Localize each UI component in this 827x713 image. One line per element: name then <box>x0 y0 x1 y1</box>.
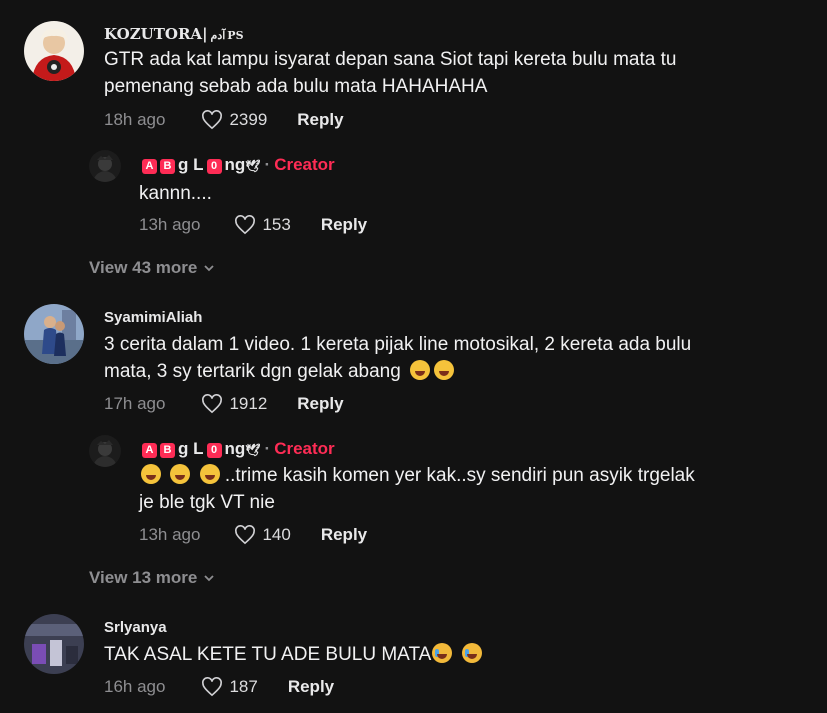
reply-text: kannn.... <box>139 183 212 204</box>
reply-time: 13h ago <box>139 525 201 544</box>
separator: · <box>264 155 271 174</box>
reply-button[interactable]: Reply <box>297 110 343 130</box>
username-text: ng <box>224 439 246 458</box>
reply-text: ..trime kasih komen yer kak..sy sendiri … <box>139 462 695 516</box>
letter-badge: B <box>160 159 175 174</box>
avatar[interactable] <box>24 304 84 364</box>
username-text: g L <box>178 439 204 458</box>
comment-username[interactable]: KOZUTORA| آدم PS <box>104 25 244 43</box>
comment-text-line: mata, 3 sy tertarik dgn gelak abang <box>104 361 401 382</box>
heart-outline-icon <box>202 110 223 130</box>
reply-meta: 13h ago 153 Reply <box>139 215 367 235</box>
like-count: 153 <box>262 215 291 234</box>
comment-username[interactable]: Srlyanya <box>104 619 167 636</box>
username-text: KOZUTORA| <box>104 25 208 43</box>
creator-label: Creator <box>274 439 335 458</box>
chevron-down-icon <box>204 575 214 582</box>
view-more-label: View 13 more <box>89 568 198 587</box>
avatar[interactable] <box>89 435 121 467</box>
comment-text-line: pemenang sebab ada bulu mata HAHAHAHA <box>104 76 488 97</box>
reply-text-line-with-emoji: ..trime kasih komen yer kak..sy sendiri … <box>139 462 695 489</box>
comment-text-line-with-emoji: TAK ASAL KETE TU ADE BULU MATA <box>104 641 482 668</box>
like-button[interactable]: 140 <box>234 525 291 545</box>
like-count: 187 <box>229 677 258 696</box>
comment-text-line: GTR ada kat lampu isyarat depan sana Sio… <box>104 49 677 70</box>
avatar[interactable] <box>24 21 84 81</box>
comment-text-line: TAK ASAL KETE TU ADE BULU MATA <box>104 644 432 665</box>
comment-time: 16h ago <box>104 677 166 696</box>
comment-username[interactable]: SyamimiAliah <box>104 309 202 326</box>
reply-button[interactable]: Reply <box>321 525 367 545</box>
like-button[interactable]: 1912 <box>201 394 267 414</box>
comment-meta: 18h ago 2399 Reply <box>104 110 344 130</box>
reply-text-line: ..trime kasih komen yer kak..sy sendiri … <box>224 465 695 486</box>
username-arabic: آدم <box>210 29 226 42</box>
heart-outline-icon <box>202 677 223 697</box>
comment-time: 18h ago <box>104 110 166 129</box>
reply-button[interactable]: Reply <box>297 394 343 414</box>
username-text: g L <box>178 155 204 174</box>
like-count: 1912 <box>229 394 268 413</box>
like-button[interactable]: 2399 <box>201 110 267 130</box>
reply-username[interactable]: ABg L 0 ng🕊 · Creator <box>142 155 335 175</box>
avatar[interactable] <box>24 614 84 674</box>
comment-text: 3 cerita dalam 1 video. 1 kereta pijak l… <box>104 331 691 385</box>
username-suffix: PS <box>227 29 244 42</box>
rofl-emoji <box>434 360 455 380</box>
comment-text: GTR ada kat lampu isyarat depan sana Sio… <box>104 46 676 100</box>
like-count: 140 <box>262 525 291 544</box>
comment-meta: 17h ago 1912 Reply <box>104 394 344 414</box>
reply-time: 13h ago <box>139 215 201 234</box>
grinning-sweat-emoji <box>170 464 191 484</box>
crying-emoji <box>461 643 482 663</box>
separator: · <box>264 439 271 458</box>
grinning-sweat-emoji <box>141 464 161 484</box>
grinning-sweat-emoji <box>199 464 220 484</box>
comment-text-line: 3 cerita dalam 1 video. 1 kereta pijak l… <box>104 334 692 355</box>
heart-outline-icon <box>202 394 223 414</box>
heart-outline-icon <box>235 215 256 235</box>
letter-badge: B <box>160 443 175 458</box>
like-button[interactable]: 153 <box>234 215 291 235</box>
bird-icon: 🕊 <box>245 443 261 457</box>
comment-text-line-with-emoji: mata, 3 sy tertarik dgn gelak abang <box>104 358 691 385</box>
heart-outline-icon <box>235 525 256 545</box>
like-count: 2399 <box>229 110 268 129</box>
reply-meta: 13h ago 140 Reply <box>139 525 367 545</box>
letter-badge: A <box>142 159 157 174</box>
grinning-sweat-emoji <box>410 360 431 380</box>
letter-badge: A <box>142 443 157 458</box>
reply-button[interactable]: Reply <box>321 215 367 235</box>
letter-badge: 0 <box>206 159 222 174</box>
crying-emoji <box>432 643 453 663</box>
letter-badge: 0 <box>206 443 222 458</box>
comment-meta: 16h ago 187 Reply <box>104 677 334 697</box>
chevron-down-icon <box>204 265 214 272</box>
reply-username[interactable]: ABg L 0 ng🕊 · Creator <box>142 439 335 459</box>
reply-button[interactable]: Reply <box>288 677 334 697</box>
view-more-replies[interactable]: View 43 more <box>89 258 215 278</box>
comment-text: TAK ASAL KETE TU ADE BULU MATA <box>104 641 482 668</box>
bird-icon: 🕊 <box>245 159 261 173</box>
avatar[interactable] <box>89 150 121 182</box>
creator-label: Creator <box>274 155 335 174</box>
comment-time: 17h ago <box>104 394 166 413</box>
view-more-label: View 43 more <box>89 258 198 277</box>
like-button[interactable]: 187 <box>201 677 258 697</box>
reply-text-line: je ble tgk VT nie <box>139 492 275 513</box>
view-more-replies[interactable]: View 13 more <box>89 568 215 588</box>
username-text: ng <box>224 155 246 174</box>
